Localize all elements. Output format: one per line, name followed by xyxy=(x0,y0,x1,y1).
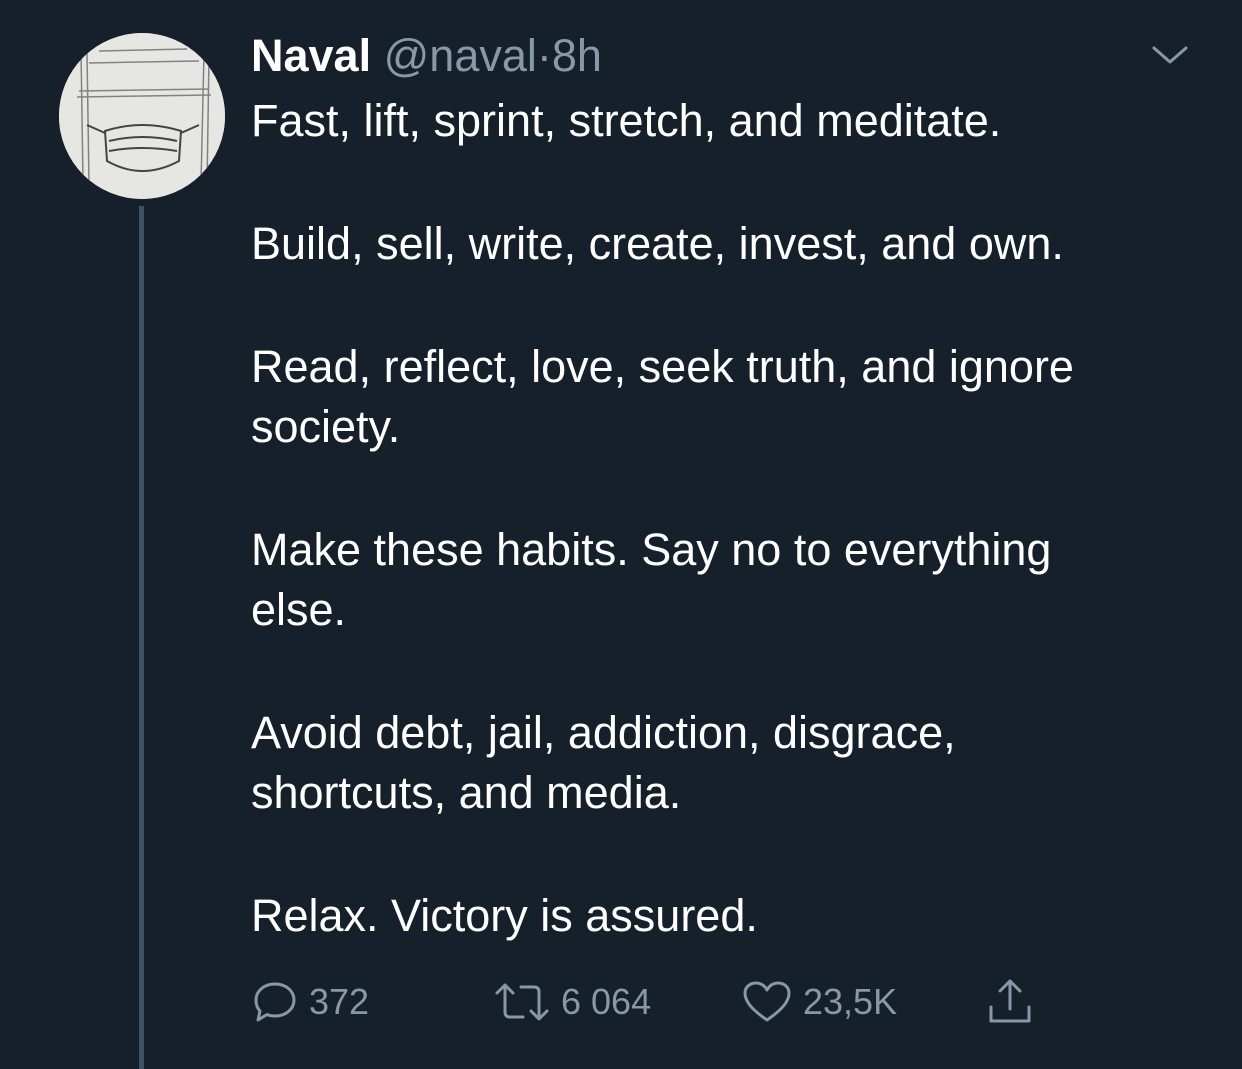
tweet-paragraph: Avoid debt, jail, addiction, disgrace, s… xyxy=(251,707,956,818)
tweet-paragraph: Read, reflect, love, seek truth, and ign… xyxy=(251,341,1074,452)
tweet-paragraph: Relax. Victory is assured. xyxy=(251,890,758,941)
tweet: Naval @naval·8h Fast, lift, sprint, stre… xyxy=(0,0,1242,1069)
tweet-paragraph: Fast, lift, sprint, stretch, and meditat… xyxy=(251,95,1002,146)
tweet-header: Naval @naval·8h xyxy=(251,28,602,84)
author-name[interactable]: Naval xyxy=(251,30,371,81)
share-button[interactable] xyxy=(985,975,1035,1029)
tweet-actions: 372 6 064 23,5K xyxy=(251,975,1151,1029)
retweet-button[interactable]: 6 064 xyxy=(493,975,651,1029)
timestamp[interactable]: 8h xyxy=(552,30,602,81)
retweet-icon xyxy=(495,983,549,1021)
reply-icon xyxy=(254,982,296,1022)
like-button[interactable]: 23,5K xyxy=(741,975,897,1029)
like-count: 23,5K xyxy=(803,981,898,1022)
tweet-text: Fast, lift, sprint, stretch, and meditat… xyxy=(251,91,1211,946)
avatar-sketch-image xyxy=(59,33,225,199)
chevron-down-icon xyxy=(1152,46,1188,64)
heart-icon xyxy=(743,981,791,1022)
separator-dot: · xyxy=(536,30,552,81)
avatar[interactable] xyxy=(59,33,225,199)
retweet-count: 6 064 xyxy=(561,981,652,1022)
tweet-paragraph: Make these habits. Say no to everything … xyxy=(251,524,1052,635)
reply-button[interactable]: 372 xyxy=(251,975,369,1029)
thread-line xyxy=(139,206,144,1069)
reply-count: 372 xyxy=(309,981,370,1022)
share-icon xyxy=(989,979,1031,1023)
tweet-paragraph: Build, sell, write, create, invest, and … xyxy=(251,218,1064,269)
author-handle[interactable]: @naval xyxy=(384,30,537,81)
tweet-menu-button[interactable] xyxy=(1150,40,1190,70)
